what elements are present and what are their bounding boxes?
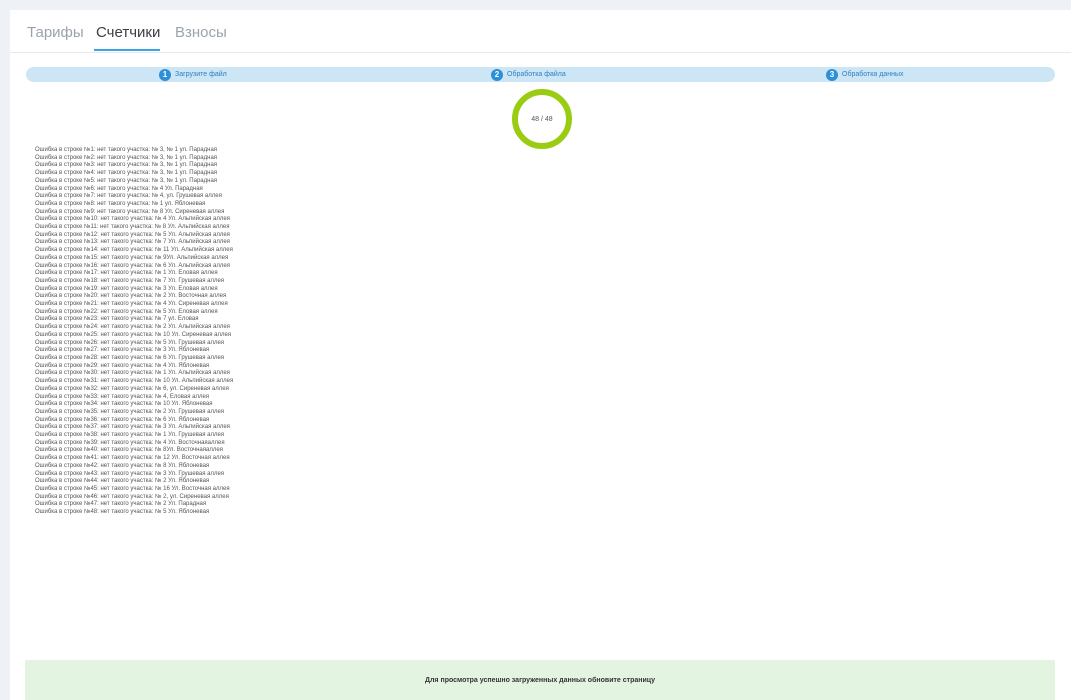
error-line: Ошибка в строке №28: нет такого участка:… [35,354,225,361]
error-line: Ошибка в строке №25: нет такого участка:… [35,331,232,338]
error-line: Ошибка в строке №5: нет такого участка: … [35,177,218,184]
error-line: Ошибка в строке №4: нет такого участка: … [35,170,218,177]
error-line: Ошибка в строке №44: нет такого участка:… [35,478,210,485]
error-line: Ошибка в строке №15: нет такого участка:… [35,254,229,261]
tab-fees[interactable]: Взносы [175,24,227,41]
progress-ring: 48 / 48 [511,88,573,150]
error-line: Ошибка в строке №42: нет такого участка:… [35,462,210,469]
step-process-file: 2 Обработка файла [491,67,566,82]
error-line: Ошибка в строке №30: нет такого участка:… [35,370,230,377]
step-number-1: 1 [159,68,171,81]
error-line: Ошибка в строке №1: нет такого участка: … [35,147,218,153]
error-line: Ошибка в строке №17: нет такого участка:… [35,270,218,277]
tab-bar: Тарифы Счетчики Взносы [10,10,1071,53]
upload-stepper: 1 Загрузите файл 2 Обработка файла 3 Обр… [26,67,1055,82]
step-process-data: 3 Обработка данных [826,67,904,82]
error-line: Ошибка в строке №45: нет такого участка:… [35,485,230,492]
tab-meters[interactable]: Счетчики [96,24,160,41]
error-line: Ошибка в строке №11: нет такого участка:… [35,224,230,231]
error-log: Ошибка в строке №1: нет такого участка: … [35,147,635,517]
step-label-3: Обработка данных [842,71,904,78]
error-line: Ошибка в строке №21: нет такого участка:… [35,301,228,308]
step-number-2: 2 [491,68,503,81]
error-line: Ошибка в строке №10: нет такого участка:… [35,216,230,223]
error-line: Ошибка в строке №7: нет такого участка: … [35,193,222,200]
error-line: Ошибка в строке №14: нет такого участка:… [35,247,233,254]
error-line: Ошибка в строке №3: нет такого участка: … [35,162,218,169]
error-line: Ошибка в строке №47: нет такого участка:… [35,501,207,508]
progress-count: 48 / 48 [531,115,553,123]
step-number-3: 3 [826,68,838,81]
error-line: Ошибка в строке №18: нет такого участка:… [35,277,225,284]
refresh-notice: Для просмотра успешно загруженных данных… [25,660,1055,700]
error-line: Ошибка в строке №20: нет такого участка:… [35,293,227,300]
error-line: Ошибка в строке №24: нет такого участка:… [35,324,230,331]
error-line: Ошибка в строке №37: нет такого участка:… [35,424,230,431]
error-line: Ошибка в строке №31: нет такого участка:… [35,378,234,385]
error-line: Ошибка в строке №40: нет такого участка:… [35,447,223,454]
error-line: Ошибка в строке №48: нет такого участка:… [35,509,210,516]
error-line: Ошибка в строке №38: нет такого участка:… [35,432,225,439]
step-upload-file: 1 Загрузите файл [159,67,227,82]
error-line: Ошибка в строке №8: нет такого участка: … [35,200,206,207]
error-line: Ошибка в строке №27: нет такого участка:… [35,347,210,354]
error-line: Ошибка в строке №35: нет такого участка:… [35,408,225,415]
import-card: Тарифы Счетчики Взносы 1 Загрузите файл … [10,10,1071,700]
tab-tariffs[interactable]: Тарифы [27,24,84,41]
error-line: Ошибка в строке №32: нет такого участка:… [35,385,229,392]
step-label-1: Загрузите файл [175,71,227,78]
error-line: Ошибка в строке №41: нет такого участка:… [35,455,230,462]
error-line: Ошибка в строке №13: нет такого участка:… [35,239,230,246]
active-tab-indicator [94,49,160,51]
error-line: Ошибка в строке №34: нет такого участка:… [35,401,213,408]
step-label-2: Обработка файла [507,71,566,78]
